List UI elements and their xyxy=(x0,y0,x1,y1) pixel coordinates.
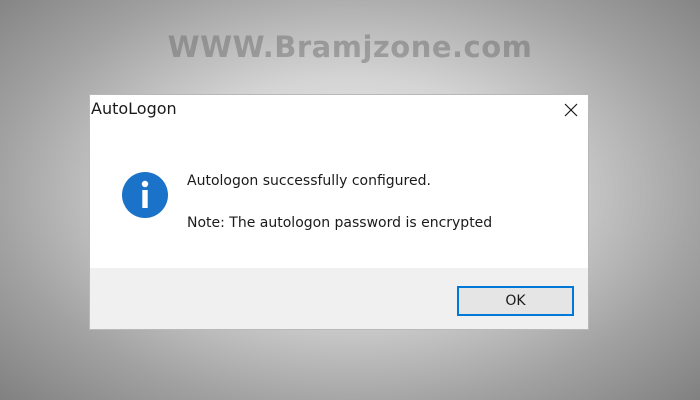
close-icon xyxy=(564,103,578,117)
dialog-footer: OK xyxy=(90,268,588,329)
encryption-note: Note: The autologon password is encrypte… xyxy=(187,215,493,231)
watermark: WWW.Bramjzone.com xyxy=(167,30,533,64)
dialog-title: AutoLogon xyxy=(91,99,177,118)
autologon-dialog: AutoLogon Autologon successfully configu… xyxy=(89,94,589,330)
info-icon xyxy=(122,172,168,218)
title-bar: AutoLogon xyxy=(90,95,588,127)
ok-button-label: OK xyxy=(505,293,526,309)
success-message: Autologon successfully configured. xyxy=(187,173,431,189)
close-button[interactable] xyxy=(554,95,588,125)
ok-button[interactable]: OK xyxy=(457,286,574,316)
